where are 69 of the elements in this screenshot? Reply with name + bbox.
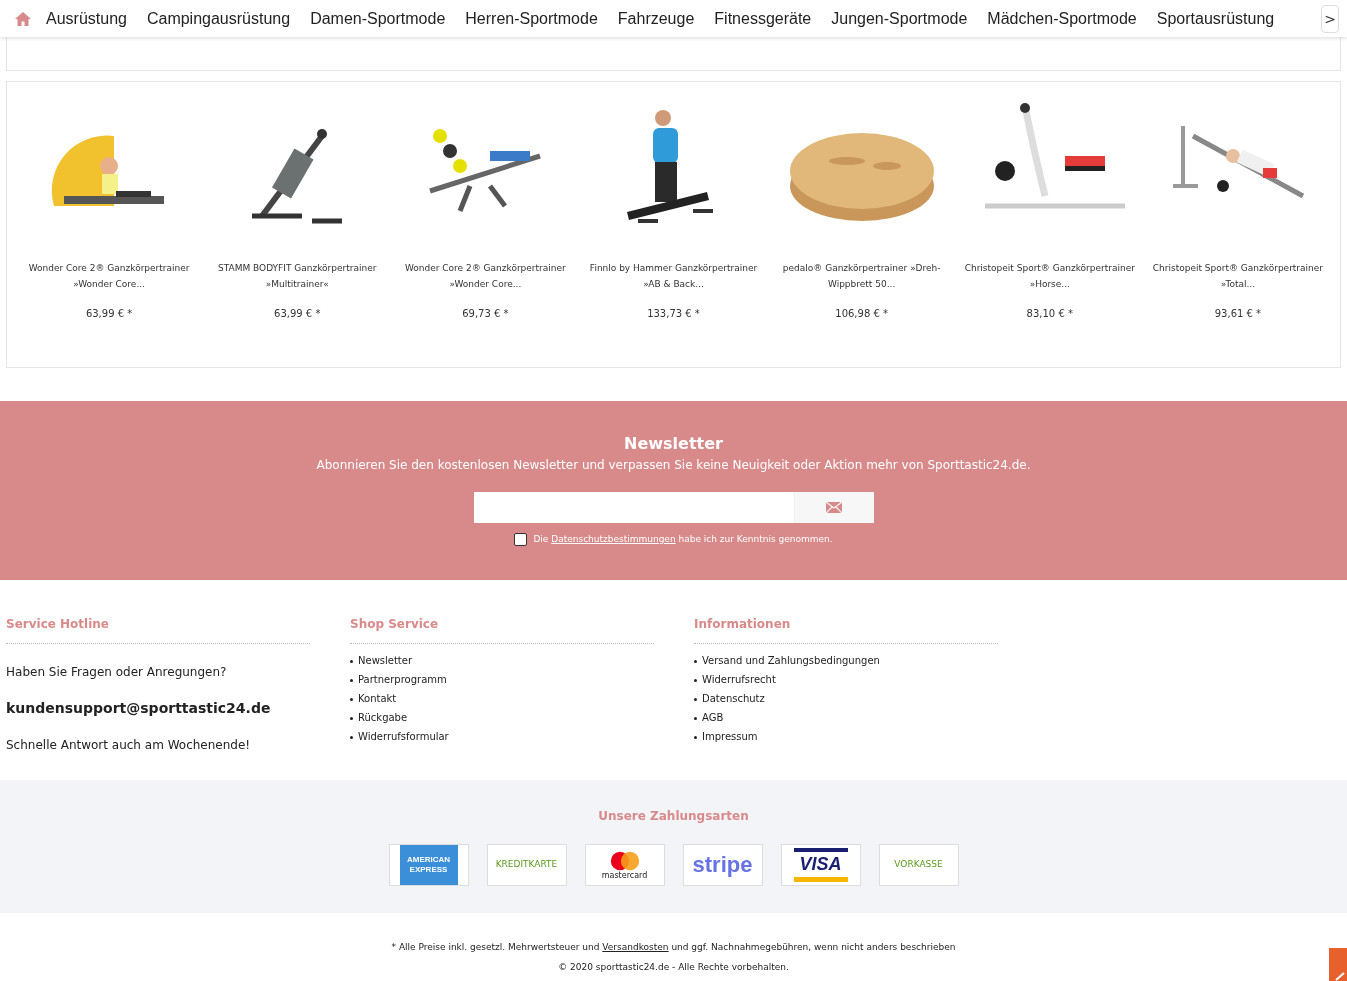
- footer-link[interactable]: Impressum: [702, 730, 758, 744]
- newsletter-title: Newsletter: [624, 434, 723, 454]
- bullet-icon: [694, 697, 697, 701]
- nav-link[interactable]: Mädchen-Sportmode: [987, 6, 1137, 31]
- payment-logo: mastercard: [584, 844, 665, 886]
- bullet-icon: [694, 735, 697, 739]
- mail-icon: [826, 502, 842, 513]
- section-heading: Service Hotline: [6, 615, 310, 644]
- bullet-icon: [694, 659, 697, 663]
- legal-note: * Alle Preise inkl. gesetzl. Mehrwertsteuer und Versandkosten und ggf. Nachnahmegebühren, wenn nicht anders beschrieben: [391, 941, 956, 954]
- nav-link[interactable]: Fahrzeuge: [617, 6, 695, 31]
- product-price: 63,99 € *: [85, 307, 133, 321]
- product-title[interactable]: pedalo® Ganzkörpertrainer »Dreh-Wippbrett 50...: [773, 260, 950, 292]
- newsletter-text: Abonnieren Sie den kostenlosen Newsletter und verpassen Sie keine Neuigkeit oder Aktion mehr von Sporttastic24.de.: [316, 457, 1031, 474]
- section-heading: Shop Service: [350, 615, 654, 644]
- footer-link[interactable]: Kontakt: [358, 692, 397, 706]
- subscribe-button[interactable]: [793, 492, 874, 523]
- product-title[interactable]: Christopeit Sport® Ganzkörpertrainer »Horse...: [961, 260, 1138, 292]
- footer-link[interactable]: Widerrufsformular: [358, 730, 449, 744]
- product-title[interactable]: Finnlo by Hammer Ganzkörpertrainer »AB & Back...: [585, 260, 762, 292]
- product-price: 63,99 € *: [274, 307, 321, 321]
- back-to-top-button[interactable]: [1329, 948, 1347, 981]
- payment-logo: stripe: [682, 844, 763, 886]
- next-button[interactable]: >: [1321, 4, 1339, 33]
- bullet-icon: [350, 716, 353, 720]
- bullet-icon: [694, 678, 697, 682]
- payment-title: Unsere Zahlungsarten: [598, 808, 749, 825]
- bullet-icon: [350, 659, 353, 663]
- shipping-link[interactable]: Versandkosten: [602, 942, 669, 952]
- footer-link[interactable]: AGB: [702, 711, 724, 725]
- product-price: 133,73 € *: [647, 307, 700, 321]
- bullet-icon: [350, 697, 353, 701]
- payment-logo: AMERICAN EXPRESS: [388, 844, 469, 886]
- bullet-icon: [350, 678, 353, 682]
- footer-link[interactable]: Partnerprogramm: [358, 673, 447, 687]
- product-price: 93,61 € *: [1214, 307, 1262, 321]
- nav-link[interactable]: Fitnessgeräte: [714, 6, 812, 31]
- nav-link[interactable]: Ausrüstung: [46, 6, 127, 31]
- email-link[interactable]: kundensupport@sporttastic24.de: [6, 698, 310, 719]
- copyright-text: © 2020 sporttastic24.de - Alle Rechte vorbehalten.: [558, 960, 789, 974]
- product-title[interactable]: Wonder Core 2® Ganzkörpertrainer »Wonder Core...: [21, 260, 198, 292]
- home-icon[interactable]: [14, 10, 32, 27]
- payment-logo: KREDITKARTE: [486, 844, 567, 886]
- email-field[interactable]: [473, 492, 794, 523]
- product-price: 83,10 € *: [1026, 307, 1073, 321]
- hotline-note: Schnelle Antwort auch am Wochenende!: [6, 737, 252, 754]
- nav-link[interactable]: Herren-Sportmode: [465, 6, 598, 31]
- bullet-icon: [350, 735, 353, 739]
- product-title[interactable]: Wonder Core 2® Ganzkörpertrainer »Wonder Core...: [397, 260, 574, 292]
- product-price: 106,98 € *: [835, 307, 888, 321]
- payment-logo: VISA: [780, 844, 861, 886]
- product-title[interactable]: STAMM BODYFIT Ganzkörpertrainer »Multitrainer«: [209, 260, 386, 292]
- section-heading: Informationen: [694, 615, 998, 644]
- product-title[interactable]: Christopeit Sport® Ganzkörpertrainer »Total...: [1149, 260, 1326, 292]
- footer-link[interactable]: Rückgabe: [358, 711, 408, 725]
- product-price: 69,73 € *: [462, 307, 509, 321]
- nav-link[interactable]: Damen-Sportmode: [310, 6, 446, 31]
- footer-link[interactable]: Versand und Zahlungsbedingungen: [702, 654, 880, 668]
- nav-link[interactable]: Campingausrüstung: [146, 6, 291, 31]
- footer-link[interactable]: Newsletter: [358, 654, 413, 668]
- nav-link[interactable]: Jungen-Sportmode: [831, 6, 968, 31]
- bullet-icon: [694, 716, 697, 720]
- payment-logo: VORKASSE: [878, 844, 959, 886]
- consent-checkbox[interactable]: [514, 533, 528, 547]
- nav-link[interactable]: Sportausrüstung: [1156, 6, 1275, 31]
- consent-text: Die Datenschutzbestimmungen habe ich zur Kenntnis genommen.: [533, 533, 833, 546]
- hotline-question: Haben Sie Fragen oder Anregungen?: [6, 664, 228, 681]
- footer-link[interactable]: Datenschutz: [702, 692, 765, 706]
- footer-link[interactable]: Widerrufsrecht: [702, 673, 776, 687]
